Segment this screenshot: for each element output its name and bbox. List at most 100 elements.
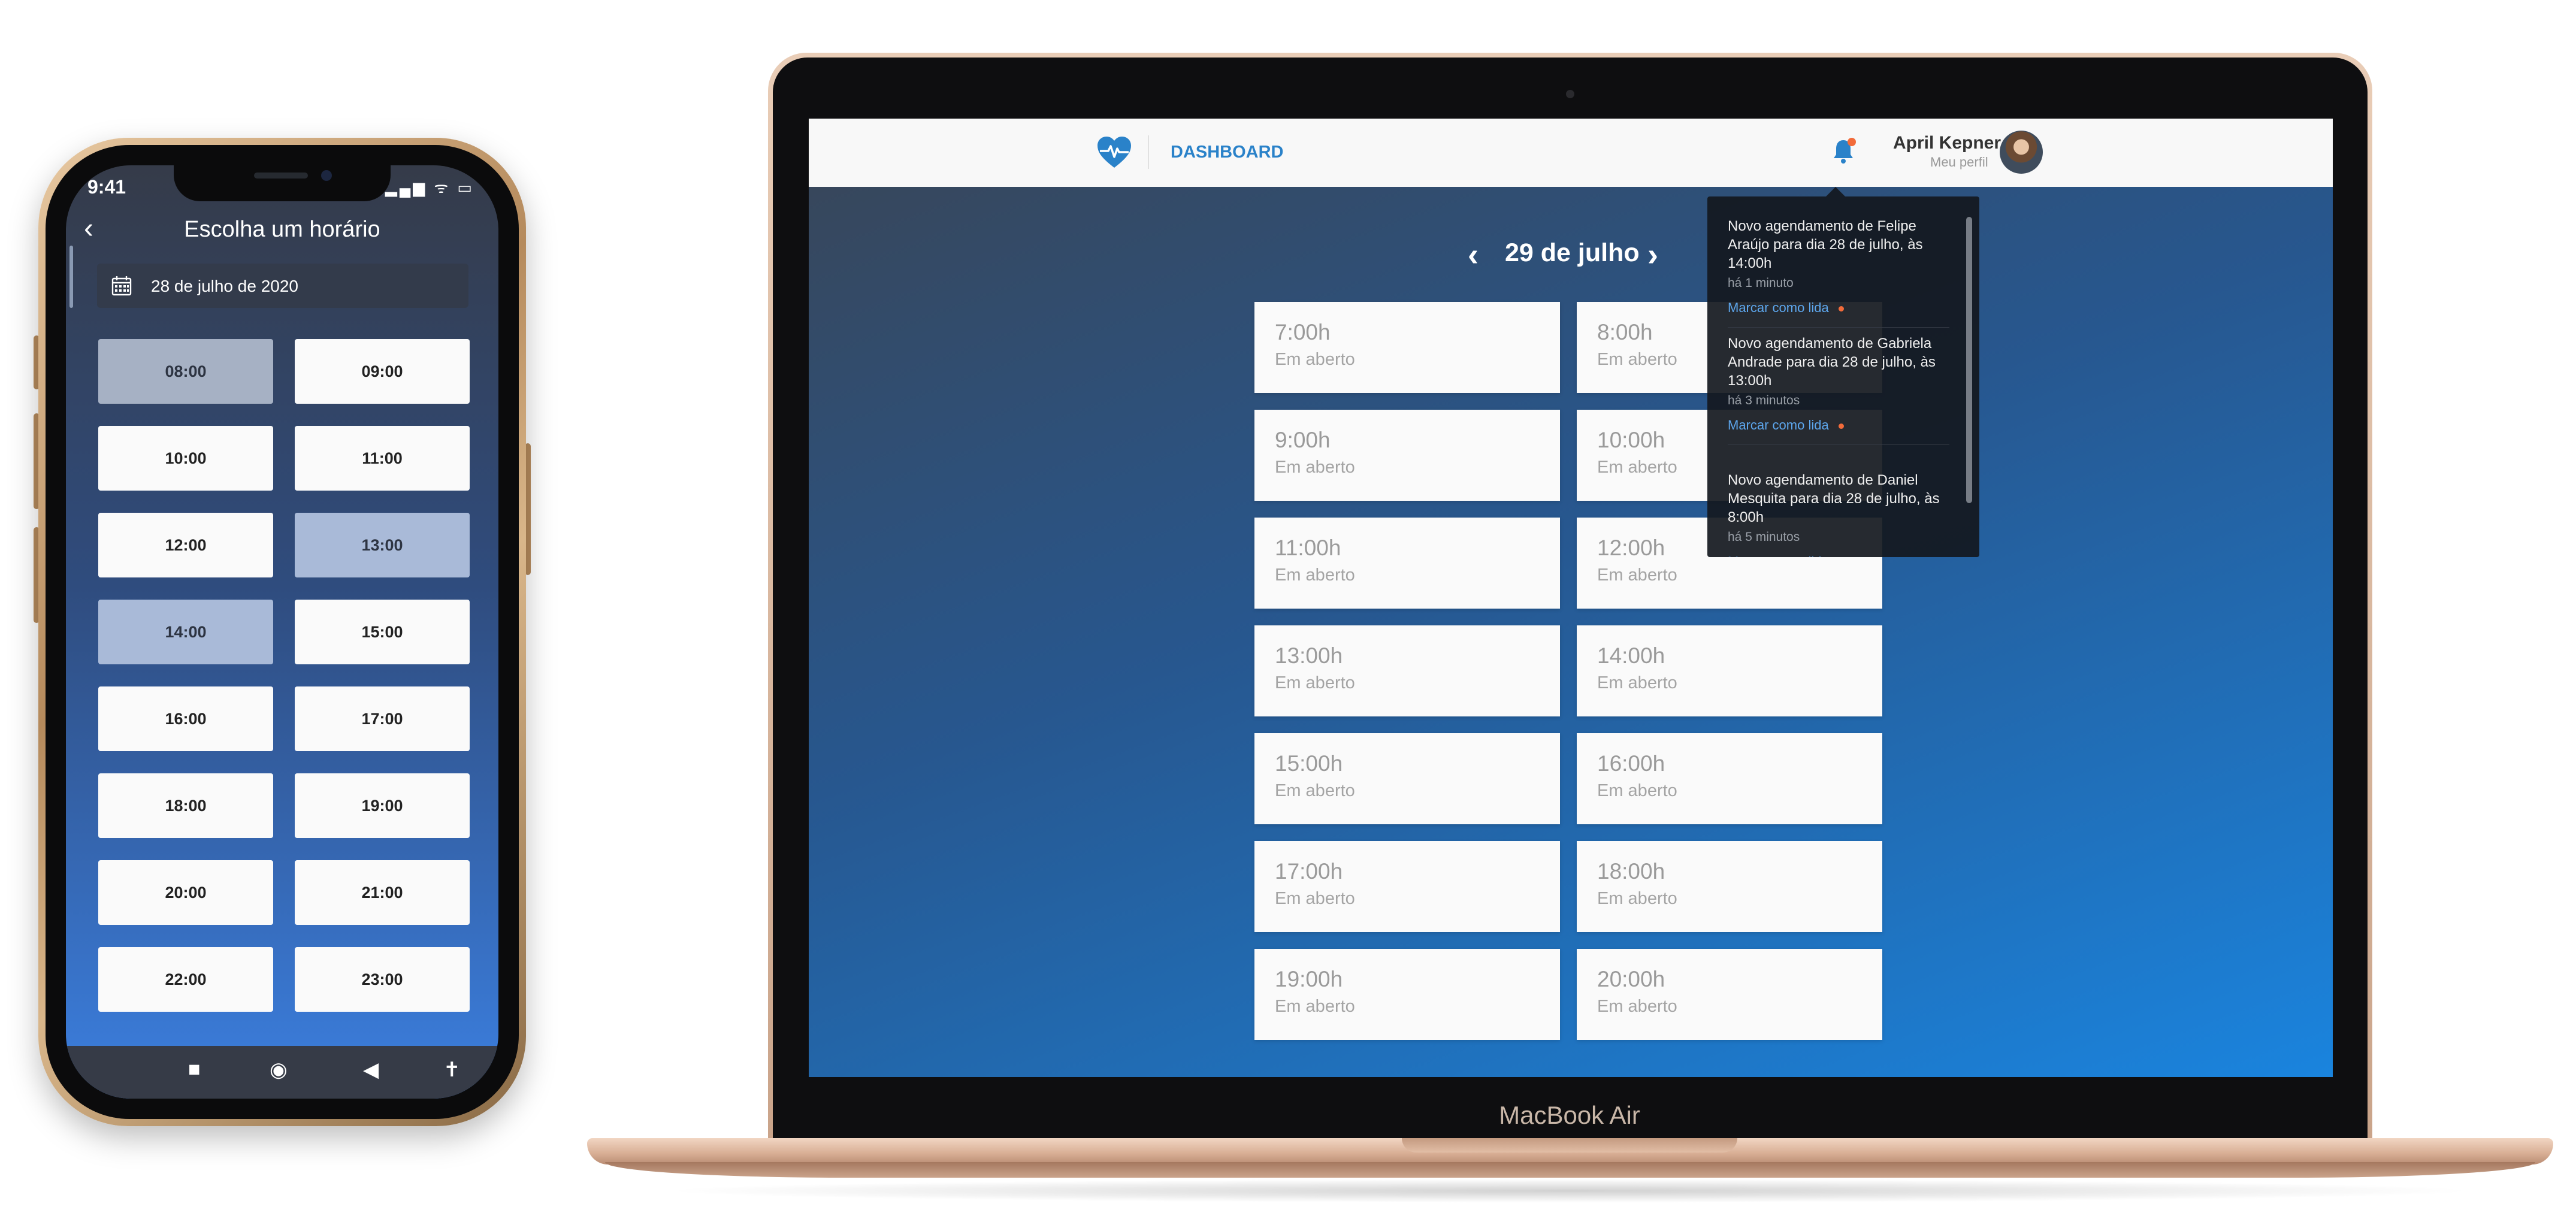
notification-time: há 1 minuto	[1728, 276, 1794, 290]
schedule-slot[interactable]: 18:00h Em aberto	[1577, 841, 1882, 932]
laptop-shadow	[659, 1179, 2480, 1203]
notification-divider	[1728, 444, 1949, 445]
slot-status: Em aberto	[1275, 781, 1355, 800]
mark-as-read-link[interactable]: Marcar como lida	[1728, 300, 1949, 316]
schedule-slot[interactable]: 11:00h Em aberto	[1254, 518, 1560, 609]
notification-text: Novo agendamento de Felipe Araújo para d…	[1728, 218, 1923, 271]
laptop-base-lower	[605, 1162, 2535, 1178]
notification-list: Novo agendamento de Felipe Araújo para d…	[1707, 196, 1979, 557]
slot-time: 9:00h	[1275, 428, 1331, 452]
android-navbar: ■ ◉ ◀ ✝	[66, 1046, 498, 1099]
schedule-slot[interactable]: 19:00h Em aberto	[1254, 949, 1560, 1040]
time-slot-button[interactable]: 19:00	[295, 773, 470, 838]
slot-time: 17:00h	[1275, 859, 1343, 884]
slot-time: 14:00h	[1597, 643, 1665, 668]
schedule-slot[interactable]: 15:00h Em aberto	[1254, 733, 1560, 824]
notification-time: há 5 minutos	[1728, 530, 1800, 544]
laptop-brand-label: MacBook Air	[1499, 1101, 1640, 1129]
slot-status: Em aberto	[1597, 565, 1677, 585]
mark-as-read-link[interactable]: Marcar como lida	[1728, 554, 1949, 557]
slot-status: Em aberto	[1275, 889, 1355, 908]
time-slot-button[interactable]: 11:00	[295, 426, 470, 491]
schedule-slot[interactable]: 9:00h Em aberto	[1254, 410, 1560, 501]
slot-time: 18:00h	[1597, 859, 1665, 884]
back-icon[interactable]: ◀	[363, 1058, 379, 1082]
time-slot-button[interactable]: 12:00	[98, 513, 273, 577]
notification-divider	[1728, 327, 1949, 328]
laptop-screen: DASHBOARD April Kepner Meu perfil ‹ 29 d…	[809, 119, 2333, 1077]
time-slot-button[interactable]: 14:00	[98, 600, 273, 664]
schedule-slot[interactable]: 14:00h Em aberto	[1577, 625, 1882, 716]
slot-status: Em aberto	[1597, 997, 1677, 1016]
schedule-slot[interactable]: 7:00h Em aberto	[1254, 302, 1560, 393]
chevron-left-icon[interactable]: ‹	[1468, 236, 1479, 273]
avatar[interactable]	[2000, 131, 2043, 174]
scrollbar[interactable]	[1966, 217, 1972, 503]
page-title: Escolha um horário	[184, 217, 380, 242]
top-header: DASHBOARD April Kepner Meu perfil	[809, 119, 2333, 187]
time-slot-button[interactable]: 15:00	[295, 600, 470, 664]
time-slot-button[interactable]: 20:00	[98, 860, 273, 925]
mark-as-read-label: Marcar como lida	[1728, 300, 1829, 315]
notification-caret	[1826, 187, 1845, 196]
schedule-slot[interactable]: 13:00h Em aberto	[1254, 625, 1560, 716]
notification-text: Novo agendamento de Daniel Mesquita para…	[1728, 472, 1940, 525]
time-slot-button[interactable]: 08:00	[98, 339, 273, 404]
mark-as-read-link[interactable]: Marcar como lida	[1728, 418, 1949, 433]
mark-as-read-label: Marcar como lida	[1728, 418, 1829, 432]
schedule-slot[interactable]: 17:00h Em aberto	[1254, 841, 1560, 932]
unread-dot	[1838, 306, 1844, 311]
date-picker-field[interactable]: 28 de julho de 2020	[97, 264, 468, 308]
notification-badge	[1848, 138, 1856, 146]
unread-dot	[1838, 423, 1844, 429]
notification-time: há 3 minutos	[1728, 394, 1800, 407]
schedule-slot[interactable]: 20:00h Em aberto	[1577, 949, 1882, 1040]
schedule-slot[interactable]: 16:00h Em aberto	[1577, 733, 1882, 824]
square-icon[interactable]: ■	[188, 1058, 201, 1081]
slot-time: 11:00h	[1275, 536, 1341, 560]
dashboard-link[interactable]: DASHBOARD	[1171, 143, 1284, 162]
date-title: 29 de julho	[1505, 238, 1640, 267]
notification-item: Novo agendamento de Felipe Araújo para d…	[1728, 217, 1949, 316]
user-name[interactable]: April Kepner	[1893, 133, 2001, 153]
slot-time: 19:00h	[1275, 967, 1343, 991]
time-slot-button[interactable]: 22:00	[98, 947, 273, 1012]
phone-notch	[174, 165, 391, 201]
selected-date: 28 de julho de 2020	[151, 277, 298, 295]
slot-time: 15:00h	[1275, 751, 1343, 776]
slot-status: Em aberto	[1275, 565, 1355, 585]
slot-time: 16:00h	[1597, 751, 1665, 776]
slot-status: Em aberto	[1597, 781, 1677, 800]
slot-time: 20:00h	[1597, 967, 1665, 991]
status-icons: ▂▄▆ ᯤ ▭	[385, 179, 474, 196]
slot-status: Em aberto	[1275, 458, 1355, 477]
time-slot-button[interactable]: 18:00	[98, 773, 273, 838]
time-slot-button[interactable]: 23:00	[295, 947, 470, 1012]
time-slot-button[interactable]: 17:00	[295, 686, 470, 751]
profile-link[interactable]: Meu perfil	[1930, 155, 1988, 170]
home-icon[interactable]: ◉	[270, 1058, 288, 1082]
chevron-right-icon[interactable]: ›	[1647, 236, 1658, 273]
time-slot-button[interactable]: 16:00	[98, 686, 273, 751]
slot-time: 12:00h	[1597, 536, 1665, 560]
time-slot-button[interactable]: 10:00	[98, 426, 273, 491]
status-time: 9:41	[87, 176, 126, 198]
slot-status: Em aberto	[1275, 350, 1355, 369]
webcam	[1566, 90, 1574, 98]
calendar-icon	[111, 276, 132, 296]
time-slot-button[interactable]: 13:00	[295, 513, 470, 577]
laptop-base-notch	[1402, 1138, 1737, 1153]
mark-as-read-label: Marcar como lida	[1728, 554, 1829, 557]
scrollbar[interactable]	[69, 246, 73, 308]
slot-time: 13:00h	[1275, 643, 1343, 668]
slot-status: Em aberto	[1275, 997, 1355, 1016]
slot-status: Em aberto	[1275, 673, 1355, 692]
accessibility-icon[interactable]: ✝	[443, 1058, 461, 1082]
notification-item: Novo agendamento de Daniel Mesquita para…	[1728, 471, 1949, 557]
time-slot-button[interactable]: 21:00	[295, 860, 470, 925]
header-divider	[1148, 135, 1149, 169]
heart-pulse-icon[interactable]	[1096, 135, 1132, 169]
slot-status: Em aberto	[1597, 458, 1677, 477]
notification-item: Novo agendamento de Gabriela Andrade par…	[1728, 334, 1949, 433]
time-slot-button[interactable]: 09:00	[295, 339, 470, 404]
